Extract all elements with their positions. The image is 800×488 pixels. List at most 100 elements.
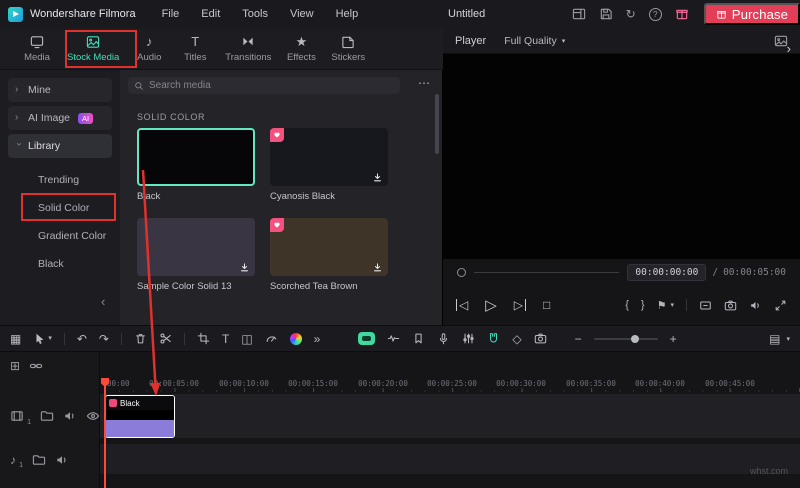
menu-file[interactable]: File [162, 8, 180, 20]
tab-transitions[interactable]: Transitions [218, 28, 278, 69]
sidebar-item-mine[interactable]: › Mine [8, 78, 112, 102]
stop-button[interactable]: □ [543, 299, 550, 311]
undo-button[interactable]: ↶ [77, 333, 87, 345]
scrollbar-thumb[interactable] [435, 94, 439, 154]
download-icon[interactable] [239, 262, 250, 273]
audio-wave-button[interactable] [387, 332, 400, 345]
chevron-down-icon[interactable]: ▾ [786, 335, 790, 343]
update-icon[interactable]: ↻ [626, 8, 636, 20]
purchase-button[interactable]: Purchase [704, 3, 800, 25]
sidebar-item-black[interactable]: Black [0, 250, 120, 278]
tab-media[interactable]: Media [14, 28, 60, 69]
speaker-icon[interactable] [55, 453, 69, 467]
tab-stickers[interactable]: Stickers [324, 28, 372, 69]
search-bar[interactable] [128, 77, 400, 94]
save-icon[interactable] [599, 7, 613, 21]
folder-icon[interactable] [32, 453, 46, 467]
sidebar-item-ai-image[interactable]: › AI Image AI [8, 106, 112, 130]
mark-in-button[interactable]: { [625, 299, 629, 311]
speaker-button[interactable] [749, 299, 762, 312]
link-icon[interactable] [29, 359, 43, 373]
track-layout-button[interactable]: ▤ [769, 333, 780, 345]
download-icon[interactable] [372, 172, 383, 183]
split-button[interactable] [159, 332, 172, 345]
ruler-label: 00:00 [107, 379, 130, 388]
more-options-icon[interactable]: ⋯ [418, 76, 430, 90]
snapshot-button[interactable] [724, 299, 737, 312]
next-frame-button[interactable]: ▷ [514, 299, 526, 311]
voiceover-mic-button[interactable] [437, 332, 450, 345]
marker-flag-button[interactable]: ⚑ [657, 299, 667, 312]
zoom-in-button[interactable]: + [670, 333, 677, 345]
snapshot-tool-button[interactable] [534, 332, 547, 345]
download-icon[interactable] [372, 262, 383, 273]
menu-view[interactable]: View [290, 8, 314, 20]
seek-bar[interactable] [474, 272, 619, 273]
media-card-black[interactable]: Black [137, 128, 255, 202]
audio-track-number: 1 [19, 460, 23, 469]
color-tool-button[interactable] [290, 333, 302, 345]
sidebar-item-trending[interactable]: Trending [0, 166, 120, 194]
speaker-icon[interactable] [63, 409, 77, 423]
media-card-cyanosis-black[interactable]: Cyanosis Black [270, 128, 388, 202]
playhead[interactable] [104, 378, 106, 488]
delete-button[interactable] [134, 332, 147, 345]
zoom-slider[interactable] [594, 338, 658, 340]
media-card-label: Scorched Tea Brown [270, 281, 388, 292]
seek-handle[interactable] [457, 268, 466, 277]
menu-edit[interactable]: Edit [201, 8, 220, 20]
video-track-icon[interactable] [10, 409, 24, 423]
zoom-slider-knob[interactable] [631, 335, 639, 343]
redo-button[interactable]: ↷ [99, 333, 109, 345]
previous-frame-button[interactable]: ◁ [456, 299, 468, 311]
search-input[interactable] [149, 80, 394, 91]
menu-tools[interactable]: Tools [242, 8, 268, 20]
eye-icon[interactable] [86, 409, 100, 423]
tab-titles[interactable]: T Titles [172, 28, 218, 69]
clip-header: Black [106, 396, 174, 410]
timeline-ruler[interactable]: 00:00 00:00:05:00 00:00:10:00 00:00:15:0… [100, 378, 800, 392]
crop-button[interactable] [197, 332, 210, 345]
sidebar-item-library[interactable]: › Library [8, 134, 112, 158]
manage-tracks-icon[interactable]: ⊞ [10, 359, 20, 373]
gift-icon[interactable] [675, 7, 689, 21]
selection-tool-button[interactable]: ▾ [33, 332, 52, 345]
audio-track-icon[interactable]: ♪ [10, 453, 16, 467]
chevron-down-icon[interactable]: ▾ [670, 301, 674, 309]
timeline-clip-black[interactable]: Black [105, 395, 175, 438]
folder-icon[interactable] [40, 409, 54, 423]
layout-icon[interactable] [572, 7, 586, 21]
media-card-scorched-tea-brown[interactable]: Scorched Tea Brown [270, 218, 388, 292]
search-icon [134, 81, 144, 91]
text-tool-button[interactable]: T [222, 333, 229, 345]
play-button[interactable]: ▷ [485, 298, 497, 313]
sidebar-item-gradient-color[interactable]: Gradient Color [0, 222, 120, 250]
snap-magnet-button[interactable] [487, 332, 500, 345]
menu-help[interactable]: Help [336, 8, 359, 20]
media-card-sample-color-solid-13[interactable]: Sample Color Solid 13 [137, 218, 255, 292]
fullscreen-button[interactable] [774, 299, 787, 312]
timeline-body[interactable]: 00:00 00:00:05:00 00:00:10:00 00:00:15:0… [100, 352, 800, 488]
zoom-out-button[interactable]: − [575, 333, 582, 345]
more-tools-button[interactable]: » [314, 333, 321, 345]
speed-tool-button[interactable] [265, 332, 278, 345]
tab-stock-media[interactable]: Stock Media [60, 28, 126, 69]
marker-button[interactable] [412, 332, 425, 345]
fit-screen-button[interactable] [699, 299, 712, 312]
mark-out-button[interactable]: } [641, 299, 645, 311]
help-icon[interactable]: ? [649, 8, 662, 21]
auto-ripple-toggle[interactable] [358, 332, 375, 345]
tab-audio[interactable]: ♪ Audio [126, 28, 172, 69]
mask-tool-button[interactable]: ◫ [241, 333, 252, 345]
sidebar-label: Trending [38, 174, 79, 186]
collapse-panel-chevron[interactable]: ‹ [101, 294, 105, 309]
clip-accent-bar [106, 420, 174, 437]
keyframe-button[interactable]: ◇ [512, 333, 521, 345]
sidebar-item-solid-color[interactable]: Solid Color [0, 194, 120, 222]
tabs-overflow-chevron[interactable]: › [787, 41, 791, 56]
scrollbar[interactable] [435, 94, 439, 284]
tab-effects[interactable]: ★ Effects [278, 28, 324, 69]
media-panel-toggle-button[interactable]: ▦ [10, 333, 21, 345]
quality-dropdown[interactable]: Full Quality ▾ [504, 35, 565, 47]
mixer-button[interactable] [462, 332, 475, 345]
